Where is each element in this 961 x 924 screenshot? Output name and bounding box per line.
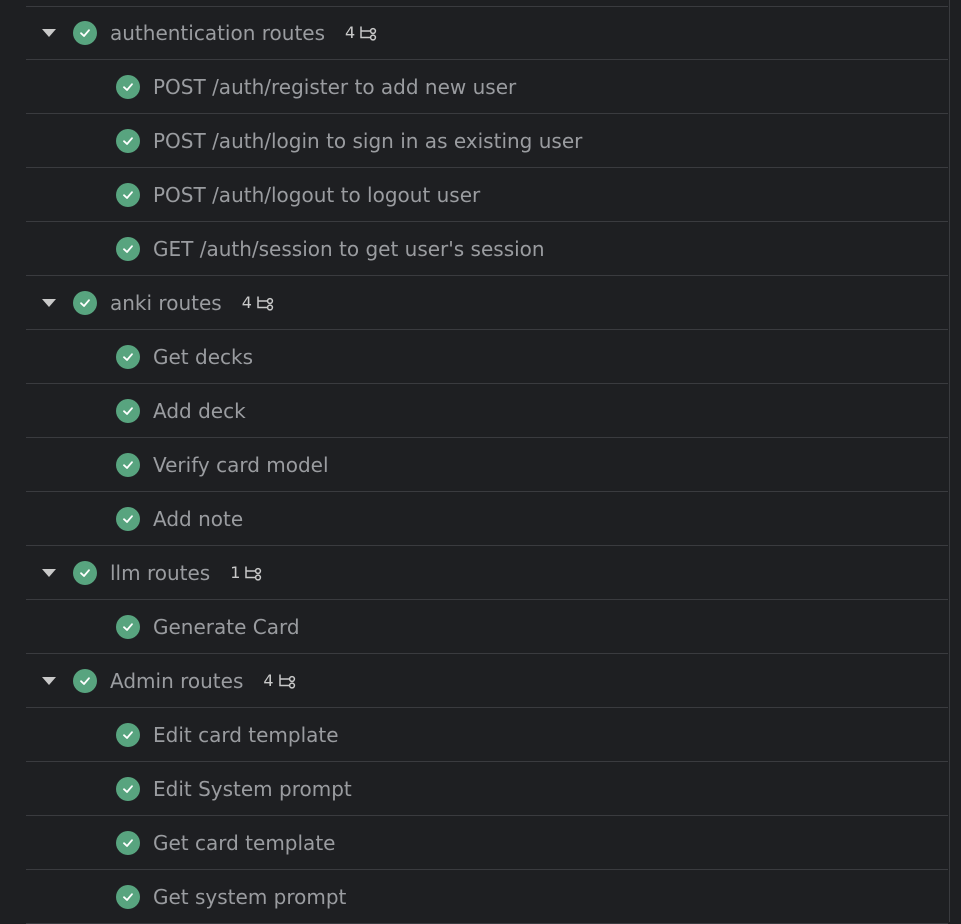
caret-down-icon[interactable] — [42, 298, 56, 307]
task-label[interactable]: Verify card model — [153, 453, 329, 477]
subtask-count-value: 4 — [345, 23, 356, 42]
check-circle-icon[interactable] — [116, 722, 140, 747]
group-label[interactable]: anki routes — [110, 291, 222, 315]
check-circle-icon[interactable] — [116, 830, 140, 855]
task-label[interactable]: Get card template — [153, 831, 335, 855]
task-label[interactable]: Generate Card — [153, 615, 300, 639]
group-row-anki[interactable]: anki routes 4 — [26, 276, 948, 330]
subtask-count-value: 4 — [241, 293, 252, 312]
task-row[interactable]: Generate Card — [26, 600, 948, 654]
task-label[interactable]: POST /auth/login to sign in as existing … — [153, 129, 582, 153]
task-row[interactable]: Get card template — [26, 816, 948, 870]
task-row[interactable]: Get decks — [26, 330, 948, 384]
subtask-count-value: 4 — [263, 671, 274, 690]
group-label[interactable]: Admin routes — [110, 669, 243, 693]
group-row-llm[interactable]: llm routes 1 — [26, 546, 948, 600]
group-row-admin[interactable]: Admin routes 4 — [26, 654, 948, 708]
group-label[interactable]: llm routes — [110, 561, 210, 585]
check-circle-icon[interactable] — [73, 668, 97, 693]
task-row[interactable]: Edit card template — [26, 708, 948, 762]
task-row[interactable]: Add deck — [26, 384, 948, 438]
check-circle-icon[interactable] — [116, 236, 140, 261]
subtask-branch-icon — [278, 674, 295, 689]
task-row[interactable]: POST /auth/logout to logout user — [26, 168, 948, 222]
subtask-branch-icon — [257, 296, 274, 311]
task-row[interactable]: Edit System prompt — [26, 762, 948, 816]
subtask-count: 4 — [345, 23, 377, 42]
task-label[interactable]: Add deck — [153, 399, 246, 423]
column-divider — [949, 0, 950, 922]
task-tree: authentication routes 4 POST /auth/regis… — [0, 0, 961, 924]
check-circle-icon[interactable] — [116, 884, 140, 909]
task-row[interactable]: Get system prompt — [26, 870, 948, 924]
task-label[interactable]: Add note — [153, 507, 243, 531]
check-circle-icon[interactable] — [116, 614, 140, 639]
task-label[interactable]: GET /auth/session to get user's session — [153, 237, 545, 261]
subtask-count: 1 — [230, 563, 262, 582]
task-row[interactable]: POST /auth/register to add new user — [26, 60, 948, 114]
check-circle-icon[interactable] — [116, 506, 140, 531]
task-label[interactable]: Edit card template — [153, 723, 339, 747]
task-row[interactable]: Add note — [26, 492, 948, 546]
check-circle-icon[interactable] — [116, 452, 140, 477]
task-label[interactable]: Get system prompt — [153, 885, 346, 909]
task-label[interactable]: POST /auth/logout to logout user — [153, 183, 480, 207]
caret-down-icon[interactable] — [42, 28, 56, 37]
task-label[interactable]: Edit System prompt — [153, 777, 352, 801]
group-label[interactable]: authentication routes — [110, 21, 325, 45]
check-circle-icon[interactable] — [73, 560, 97, 585]
group-row-authentication[interactable]: authentication routes 4 — [26, 6, 948, 60]
check-circle-icon[interactable] — [116, 74, 140, 99]
task-row[interactable]: POST /auth/login to sign in as existing … — [26, 114, 948, 168]
check-circle-icon[interactable] — [116, 776, 140, 801]
check-circle-icon[interactable] — [73, 20, 97, 45]
task-row[interactable]: Verify card model — [26, 438, 948, 492]
check-circle-icon[interactable] — [116, 344, 140, 369]
subtask-count-value: 1 — [230, 563, 241, 582]
check-circle-icon[interactable] — [116, 182, 140, 207]
caret-down-icon[interactable] — [42, 568, 56, 577]
check-circle-icon[interactable] — [116, 128, 140, 153]
caret-down-icon[interactable] — [42, 676, 56, 685]
task-row[interactable]: GET /auth/session to get user's session — [26, 222, 948, 276]
subtask-count: 4 — [263, 671, 295, 690]
check-circle-icon[interactable] — [73, 290, 97, 315]
subtask-branch-icon — [245, 566, 262, 581]
task-label[interactable]: POST /auth/register to add new user — [153, 75, 516, 99]
task-label[interactable]: Get decks — [153, 345, 253, 369]
subtask-count: 4 — [242, 293, 274, 312]
check-circle-icon[interactable] — [116, 398, 140, 423]
subtask-branch-icon — [360, 26, 377, 41]
